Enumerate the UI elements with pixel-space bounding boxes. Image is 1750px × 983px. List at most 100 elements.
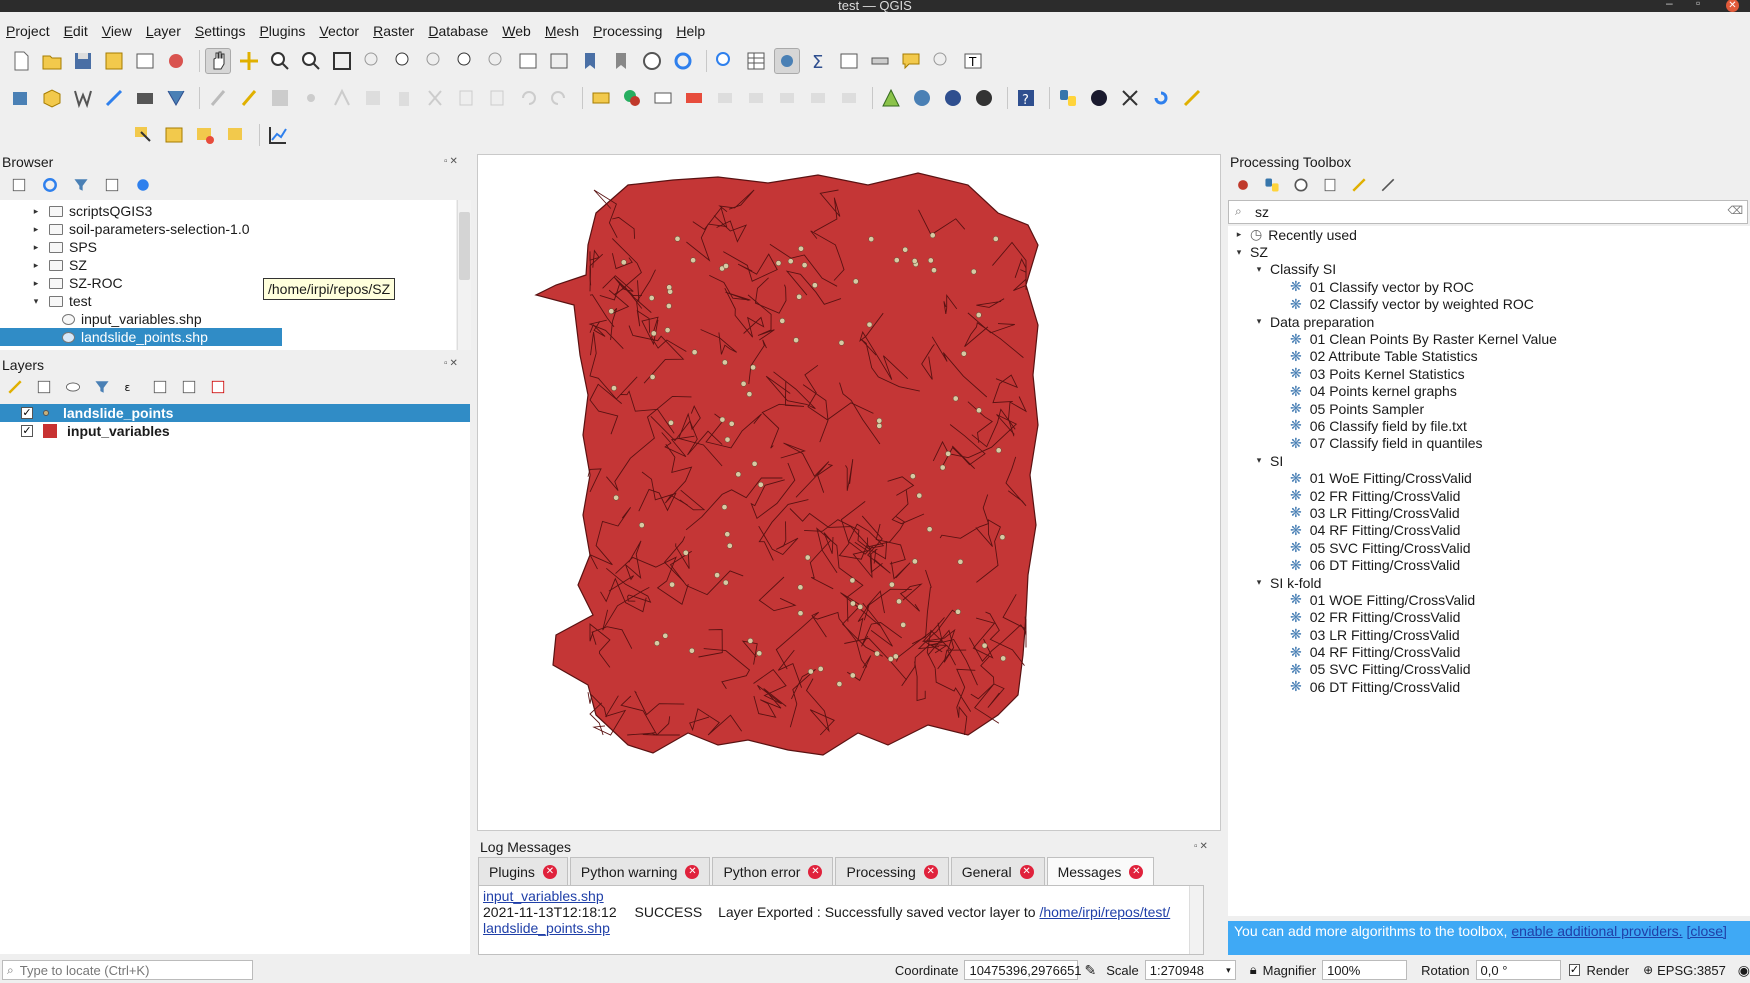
processing-algorithm-item[interactable]: ❋ 06 DT Fitting/CrossValid <box>1228 556 1750 574</box>
pan-to-selection-icon[interactable] <box>236 48 262 74</box>
options-icon[interactable] <box>1379 176 1397 194</box>
identify-icon[interactable] <box>712 48 738 74</box>
browser-dock-buttons[interactable]: ▫✕ <box>444 156 460 167</box>
results-viewer-icon[interactable] <box>1321 176 1339 194</box>
data-source-manager-icon[interactable] <box>8 85 34 111</box>
log-dock-buttons[interactable]: ▫✕ <box>1194 841 1210 852</box>
layer-visibility-checkbox[interactable]: ✓ <box>21 425 33 437</box>
clear-search-icon[interactable]: ⌫ <box>1727 204 1743 217</box>
new-temp-layer-icon[interactable] <box>132 85 158 111</box>
menu-layer[interactable]: Layer <box>146 23 181 39</box>
log-link-input-variables[interactable]: input_variables.shp <box>483 888 604 904</box>
refresh-icon[interactable] <box>670 48 696 74</box>
properties-icon[interactable] <box>134 176 152 194</box>
processing-algorithm-item[interactable]: ❋ 07 Classify field in quantiles <box>1228 435 1750 452</box>
save-as-icon[interactable] <box>101 48 127 74</box>
georeferencer-icon[interactable] <box>878 85 904 111</box>
processing-algorithm-item[interactable]: ❋ 01 Clean Points By Raster Kernel Value <box>1228 330 1750 348</box>
browser-item-landslide-points[interactable]: landslide_points.shp <box>0 328 282 346</box>
add-group-icon[interactable] <box>35 378 53 396</box>
processing-group-item[interactable]: ▸ ◷ Recently used <box>1228 226 1750 243</box>
chevron-right-icon[interactable]: ▸ <box>31 224 41 235</box>
map-tips-icon[interactable] <box>898 48 924 74</box>
menu-vector[interactable]: Vector <box>319 23 359 39</box>
temporal-icon[interactable] <box>639 48 665 74</box>
tab-plugins[interactable]: Plugins ✕ <box>478 857 568 885</box>
chevron-down-icon[interactable]: ▾ <box>1254 577 1264 588</box>
collapse-all-icon[interactable] <box>103 176 121 194</box>
browser-item-sps[interactable]: ▸ SPS <box>0 238 456 256</box>
processing-group-item[interactable]: ▾ Data preparation <box>1228 313 1750 330</box>
save-project-icon[interactable] <box>70 48 96 74</box>
processing-algorithm-item[interactable]: ❋ 03 Poits Kernel Statistics <box>1228 365 1750 382</box>
tab-python-error[interactable]: Python error ✕ <box>712 857 834 885</box>
chevron-right-icon[interactable]: ▸ <box>31 242 41 253</box>
zoom-out-icon[interactable] <box>298 48 324 74</box>
processing-algorithm-item[interactable]: ❋ 03 LR Fitting/CrossValid <box>1228 626 1750 643</box>
text-annotation-icon[interactable]: T <box>960 48 986 74</box>
processing-algorithm-item[interactable]: ❋ 01 Classify vector by ROC <box>1228 278 1750 295</box>
manage-visibility-icon[interactable] <box>64 378 82 396</box>
filter-legend-icon[interactable] <box>93 378 111 396</box>
menu-help[interactable]: Help <box>676 23 705 39</box>
browser-item-sz[interactable]: ▸ SZ <box>0 256 456 274</box>
chevron-right-icon[interactable]: ▸ <box>31 206 41 217</box>
open-table-icon[interactable] <box>836 48 862 74</box>
vertex-tool-icon[interactable] <box>329 85 355 111</box>
maximize-icon[interactable]: ▫ <box>1696 0 1700 9</box>
close-info-link[interactable]: [close] <box>1686 923 1726 939</box>
chevron-right-icon[interactable]: ▸ <box>1234 229 1244 240</box>
processing-algorithm-item[interactable]: ❋ 02 Attribute Table Statistics <box>1228 348 1750 365</box>
style-manager-icon[interactable] <box>163 48 189 74</box>
zoom-layer-icon[interactable] <box>391 48 417 74</box>
label-toolbar-icon[interactable] <box>588 85 614 111</box>
new-virtual-layer-icon[interactable] <box>163 85 189 111</box>
menu-mesh[interactable]: Mesh <box>545 23 579 39</box>
wfs-icon[interactable] <box>940 85 966 111</box>
python-console-icon[interactable] <box>1055 85 1081 111</box>
current-edits-icon[interactable] <box>205 85 231 111</box>
processing-algorithm-item[interactable]: ❋ 04 RF Fitting/CrossValid <box>1228 643 1750 661</box>
locator-search[interactable]: ⌕ Type to locate (Ctrl+K) <box>2 960 253 980</box>
collapse-all-layers-icon[interactable] <box>180 378 198 396</box>
zoom-in-icon[interactable] <box>267 48 293 74</box>
edit-features-in-place-icon[interactable] <box>1350 176 1368 194</box>
select-features-icon[interactable] <box>130 122 156 148</box>
measure-icon[interactable] <box>867 48 893 74</box>
new-map-view-icon[interactable] <box>515 48 541 74</box>
processing-algorithm-item[interactable]: ❋ 02 FR Fitting/CrossValid <box>1228 487 1750 504</box>
zoom-last-icon[interactable] <box>453 48 479 74</box>
tab-general[interactable]: General ✕ <box>950 857 1045 885</box>
processing-toolbox-icon[interactable] <box>774 48 800 74</box>
coordinate-field[interactable]: 10475396,2976651 <box>964 960 1082 980</box>
menu-database[interactable]: Database <box>428 23 488 39</box>
close-window-icon[interactable]: ✕ <box>1726 0 1739 12</box>
browser-item-soil-parameters[interactable]: ▸ soil-parameters-selection-1.0 <box>0 220 456 238</box>
new-shapefile-icon[interactable] <box>70 85 96 111</box>
processing-group-item[interactable]: ▾ SI <box>1228 452 1750 469</box>
redo-icon[interactable] <box>546 85 572 111</box>
log-link-landslide-points[interactable]: landslide_points.shp <box>483 920 610 936</box>
chevron-down-icon[interactable]: ▾ <box>1226 965 1231 976</box>
plugin-tool-icon[interactable] <box>1117 85 1143 111</box>
toggle-extents-icon[interactable]: ✎ <box>1084 962 1096 979</box>
new-3d-view-icon[interactable] <box>546 48 572 74</box>
menu-settings[interactable]: Settings <box>195 23 246 39</box>
map-canvas[interactable] <box>477 154 1221 831</box>
chevron-down-icon[interactable]: ▾ <box>31 296 41 307</box>
add-selected-icon[interactable] <box>10 176 28 194</box>
select-location-icon[interactable] <box>223 122 249 148</box>
delete-selected-icon[interactable] <box>391 85 417 111</box>
menu-web[interactable]: Web <box>502 23 531 39</box>
log-path-link[interactable]: /home/irpi/repos/test/ <box>1039 904 1170 920</box>
change-label-icon[interactable] <box>836 85 862 111</box>
browser-item-scriptsqgis3[interactable]: ▸ scriptsQGIS3 <box>0 202 456 220</box>
processing-algorithm-item[interactable]: ❋ 01 WOE Fitting/CrossValid <box>1228 591 1750 608</box>
scripts-icon[interactable] <box>1263 176 1281 194</box>
style-panel-icon[interactable] <box>6 378 24 396</box>
processing-algorithm-item[interactable]: ❋ 04 RF Fitting/CrossValid <box>1228 522 1750 539</box>
filter-browser-icon[interactable] <box>72 176 90 194</box>
zoom-selection-icon[interactable] <box>360 48 386 74</box>
zoom-native-icon[interactable] <box>422 48 448 74</box>
bookmark-icon[interactable] <box>577 48 603 74</box>
